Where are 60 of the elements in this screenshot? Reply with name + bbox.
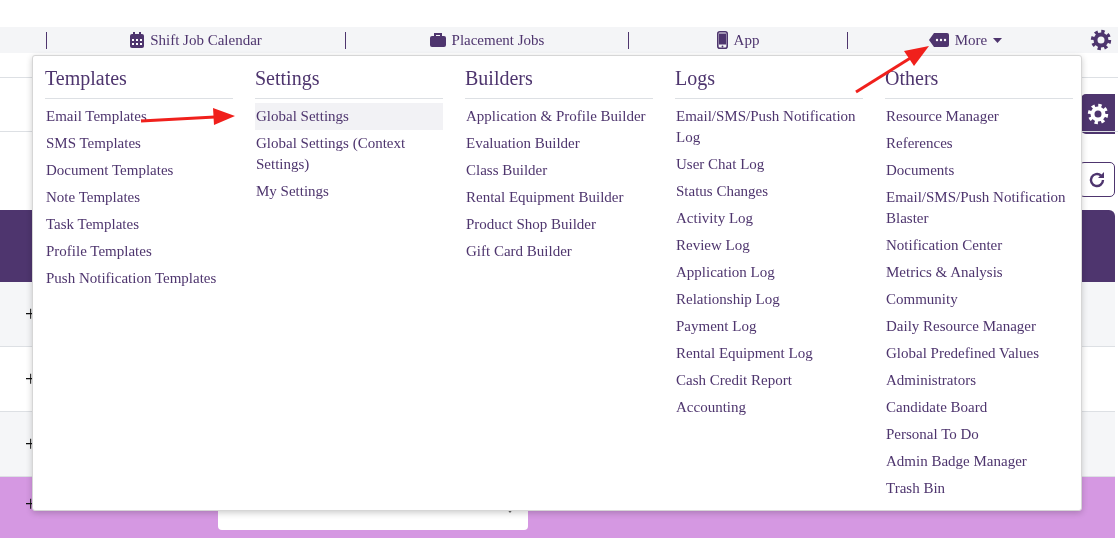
refresh-icon <box>1088 170 1106 189</box>
menu-item[interactable]: Global Settings (Context Settings) <box>255 130 443 178</box>
menu-item[interactable]: Payment Log <box>675 313 863 340</box>
nav-link[interactable]: Placement Jobs <box>429 31 545 49</box>
menu-item[interactable]: Administrators <box>885 367 1073 394</box>
menu-item[interactable]: Rental Equipment Builder <box>465 184 653 211</box>
settings-icon <box>1087 103 1109 125</box>
menu-section-title: Others <box>885 66 1073 99</box>
menu-item[interactable]: Profile Templates <box>45 238 233 265</box>
menu-item[interactable]: Review Log <box>675 232 863 259</box>
nav-link[interactable]: App <box>716 31 760 49</box>
menu-item[interactable]: User Chat Log <box>675 151 863 178</box>
menu-item[interactable]: Cash Credit Report <box>675 367 863 394</box>
menu-item[interactable]: Note Templates <box>45 184 233 211</box>
menu-item[interactable]: Evaluation Builder <box>465 130 653 157</box>
menu-item[interactable]: Activity Log <box>675 205 863 232</box>
menu-item[interactable]: Global Settings <box>255 103 443 130</box>
menu-item[interactable]: Status Changes <box>675 178 863 205</box>
menu-item[interactable]: Email Templates <box>45 103 233 130</box>
menu-item[interactable]: My Settings <box>255 178 443 205</box>
phone-icon <box>716 31 728 49</box>
menu-item[interactable]: Product Shop Builder <box>465 211 653 238</box>
menu-section-title: Builders <box>465 66 653 99</box>
menu-section-title: Logs <box>675 66 863 99</box>
menu-item[interactable]: Email/SMS/Push Notification Blaster <box>885 184 1073 232</box>
settings-icon <box>1090 29 1112 51</box>
nav-link[interactable]: Shift Job Calendar <box>130 31 262 49</box>
menu-item[interactable]: Global Predefined Values <box>885 340 1073 367</box>
menu-item[interactable]: Metrics & Analysis <box>885 259 1073 286</box>
nav-link[interactable]: More <box>928 31 1003 49</box>
menu-item[interactable]: References <box>885 130 1073 157</box>
menu-item[interactable]: Push Notification Templates <box>45 265 233 292</box>
menu-item[interactable]: Accounting <box>675 394 863 421</box>
menu-item[interactable]: SMS Templates <box>45 130 233 157</box>
menu-item[interactable]: Gift Card Builder <box>465 238 653 265</box>
menu-section-title: Settings <box>255 66 443 99</box>
menu-item[interactable]: Candidate Board <box>885 394 1073 421</box>
menu-item[interactable]: Document Templates <box>45 157 233 184</box>
menu-item[interactable]: Admin Badge Manager <box>885 448 1073 475</box>
menu-item[interactable]: Daily Resource Manager <box>885 313 1073 340</box>
calendar-icon <box>130 32 145 48</box>
menu-item[interactable]: Application & Profile Builder <box>465 103 653 130</box>
menu-item[interactable]: Application Log <box>675 259 863 286</box>
menu-item[interactable]: Personal To Do <box>885 421 1073 448</box>
menu-item[interactable]: Task Templates <box>45 211 233 238</box>
menu-item[interactable]: Community <box>885 286 1073 313</box>
menu-item[interactable]: Resource Manager <box>885 103 1073 130</box>
settings-button[interactable] <box>1081 94 1115 134</box>
menu-item[interactable]: Trash Bin <box>885 475 1073 502</box>
menu-item[interactable]: Rental Equipment Log <box>675 340 863 367</box>
menu-item[interactable]: Class Builder <box>465 157 653 184</box>
tag-icon <box>928 33 949 47</box>
menu-section-title: Templates <box>45 66 233 99</box>
briefcase-icon <box>429 33 446 47</box>
menu-item[interactable]: Relationship Log <box>675 286 863 313</box>
menu-item[interactable]: Notification Center <box>885 232 1073 259</box>
menu-item[interactable]: Email/SMS/Push Notification Log <box>675 103 863 151</box>
caret-icon <box>993 37 1003 43</box>
menu-item[interactable]: Documents <box>885 157 1073 184</box>
settings-button[interactable] <box>1089 28 1113 52</box>
